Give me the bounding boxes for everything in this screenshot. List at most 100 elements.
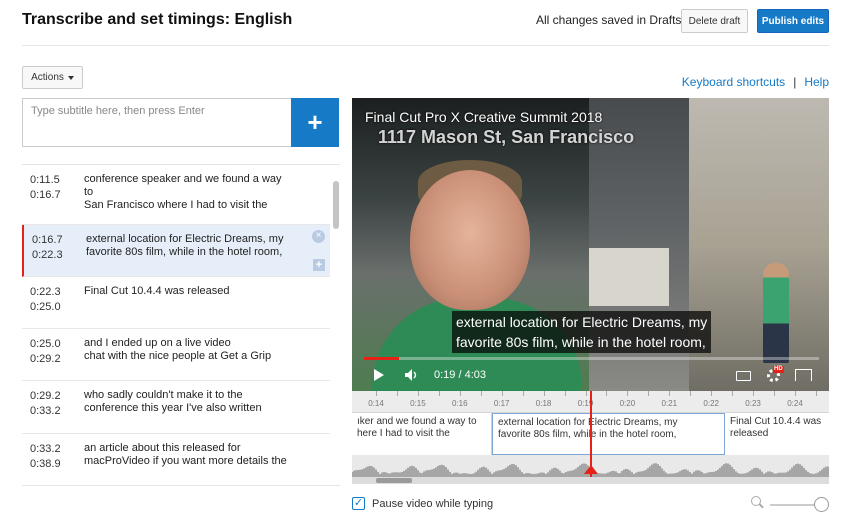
timeline-tick-mark <box>480 391 482 396</box>
cue-text[interactable]: external location for Electric Dreams, m… <box>86 233 291 259</box>
cue-start[interactable]: 0:22.3 <box>30 285 61 300</box>
keyboard-shortcuts-link[interactable]: Keyboard shortcuts <box>682 75 785 89</box>
cue-end[interactable]: 0:22.3 <box>32 248 63 263</box>
pause-checkbox[interactable]: ✓ <box>352 497 365 510</box>
play-icon[interactable] <box>374 369 384 381</box>
cue-end[interactable]: 0:33.2 <box>30 404 61 419</box>
volume-icon[interactable] <box>405 369 419 381</box>
timeline-tick-mark <box>732 391 734 396</box>
close-icon[interactable]: × <box>312 230 325 243</box>
timeline-editor[interactable]: 0:14 0:15 0:16 0:17 0:18 0:19 0:20 0:21 0:22 0:23… <box>352 391 829 484</box>
help-links: Keyboard shortcuts | Help <box>682 75 829 89</box>
video-player[interactable]: Final Cut Pro X Creative Summit 2018 111… <box>352 98 829 391</box>
cue-times: 0:16.7 0:22.3 <box>32 233 63 263</box>
timeline-tick-mark <box>376 391 377 396</box>
cue-text[interactable]: conference speaker and we found a way to… <box>84 173 289 212</box>
timeline-tick-label: 0:21 <box>661 399 678 408</box>
timeline-tick-mark <box>501 391 503 396</box>
cue-end[interactable]: 0:29.2 <box>30 352 61 367</box>
help-link[interactable]: Help <box>804 75 829 89</box>
timeline-tick-mark <box>564 391 566 396</box>
hd-badge: HD <box>773 366 784 373</box>
cue-row[interactable]: 0:29.2 0:33.2 who sadly couldn't make it… <box>22 381 330 434</box>
cue-end[interactable]: 0:25.0 <box>30 300 61 315</box>
timeline-tick-mark <box>627 391 629 396</box>
cue-row[interactable]: 0:25.0 0:29.2 and I ended up on a live v… <box>22 329 330 381</box>
cue-list-scrollbar[interactable] <box>333 181 339 229</box>
timeline-tick-mark <box>585 391 587 396</box>
cue-row[interactable]: 0:22.3 0:25.0 Final Cut 10.4.4 was relea… <box>22 277 330 329</box>
timeline-tick-mark <box>711 391 713 396</box>
pause-label: Pause video while typing <box>372 497 494 510</box>
timeline-tick-mark <box>459 391 461 396</box>
timeline-tick-mark <box>753 391 755 396</box>
cue-text[interactable]: who sadly couldn't make it to the confer… <box>84 389 289 415</box>
timeline-tick-label: 0:15 <box>410 399 426 408</box>
progress-fill <box>364 357 400 360</box>
timeline-tick-label: 0:20 <box>619 399 636 408</box>
airplay-icon[interactable] <box>795 369 812 381</box>
page-title: Transcribe and set timings: English <box>22 11 293 28</box>
captions-icon[interactable] <box>736 371 751 381</box>
timeline-tick-mark <box>669 391 671 396</box>
cue-end[interactable]: 0:38.9 <box>30 457 61 472</box>
timeline-tick-label: 0:24 <box>787 399 803 408</box>
cue-times: 0:11.5 0:16.7 <box>30 173 61 203</box>
timeline-tick-mark <box>396 391 398 396</box>
timeline-tick-mark <box>648 391 650 396</box>
timeline-segment-active[interactable]: external location for Electric Dreams, m… <box>492 413 725 455</box>
add-subtitle-button[interactable]: + <box>291 98 339 147</box>
timeline-tick-label: 0:22 <box>703 399 719 408</box>
timeline-tick-mark <box>815 391 817 396</box>
cue-times: 0:29.2 0:33.2 <box>30 389 61 419</box>
pause-while-typing[interactable]: ✓ Pause video while typing <box>352 497 493 510</box>
publish-edits-button[interactable]: Publish edits <box>757 9 829 33</box>
time-display: 0:19 / 4:03 <box>434 369 486 381</box>
cue-start[interactable]: 0:29.2 <box>30 389 61 404</box>
cue-text[interactable]: an article about this released for macPr… <box>84 442 289 468</box>
zoom-icon <box>751 496 761 506</box>
timeline-scrollbar[interactable] <box>352 477 829 484</box>
link-separator: | <box>793 75 797 89</box>
timeline-scroll-thumb[interactable] <box>376 478 412 483</box>
saved-status: All changes saved in Drafts <box>536 13 682 27</box>
timeline-segment[interactable]: Final Cut 10.4.4 was released <box>725 413 829 455</box>
timeline-tick-label: 0:16 <box>452 399 468 408</box>
caret-down-icon <box>67 75 74 80</box>
timeline-tick-mark <box>417 391 419 396</box>
progress-bar[interactable] <box>364 357 819 360</box>
cue-start[interactable]: 0:33.2 <box>30 442 61 457</box>
cue-text[interactable]: Final Cut 10.4.4 was released <box>84 285 289 298</box>
cue-row-active[interactable]: 0:16.7 0:22.3 external location for Elec… <box>22 225 330 277</box>
actions-dropdown[interactable]: Actions <box>22 66 83 89</box>
cue-row[interactable]: 0:11.5 0:16.7 conference speaker and we … <box>22 165 330 225</box>
cue-end[interactable]: 0:16.7 <box>30 188 61 203</box>
cue-times: 0:33.2 0:38.9 <box>30 442 61 472</box>
timeline-tick-mark <box>438 391 440 396</box>
cue-row[interactable]: 0:33.2 0:38.9 an article about this rele… <box>22 434 330 485</box>
header-divider <box>22 45 829 46</box>
delete-draft-button[interactable]: Delete draft <box>681 9 748 33</box>
actions-label: Actions <box>31 72 64 83</box>
timeline-tick-mark <box>795 391 796 396</box>
cue-text[interactable]: and I ended up on a live video chat with… <box>84 337 289 363</box>
timeline-tick-mark <box>543 391 545 396</box>
cue-list[interactable]: 0:11.5 0:16.7 conference speaker and we … <box>22 164 340 486</box>
video-person-face <box>410 170 530 310</box>
zoom-slider-track[interactable] <box>770 504 820 506</box>
timeline-tick-label: 0:14 <box>368 399 384 408</box>
caption-line: external location for Electric Dreams, m… <box>456 314 708 330</box>
video-garage-door <box>589 248 669 306</box>
zoom-slider-thumb[interactable] <box>814 497 829 512</box>
cue-start[interactable]: 0:11.5 <box>30 173 61 188</box>
cue-start[interactable]: 0:16.7 <box>32 233 63 248</box>
timeline-tick-label: 0:18 <box>535 399 552 408</box>
subtitle-input[interactable] <box>22 98 291 147</box>
timeline-tick-mark <box>606 391 608 396</box>
cue-start[interactable]: 0:25.0 <box>30 337 61 352</box>
cue-times: 0:25.0 0:29.2 <box>30 337 61 367</box>
timeline-tick-label: 0:17 <box>493 399 510 408</box>
playhead-handle[interactable] <box>584 465 598 474</box>
timeline-segment[interactable]: ıker and we found a way to here I had to… <box>352 413 492 455</box>
plus-icon[interactable]: + <box>313 259 325 271</box>
